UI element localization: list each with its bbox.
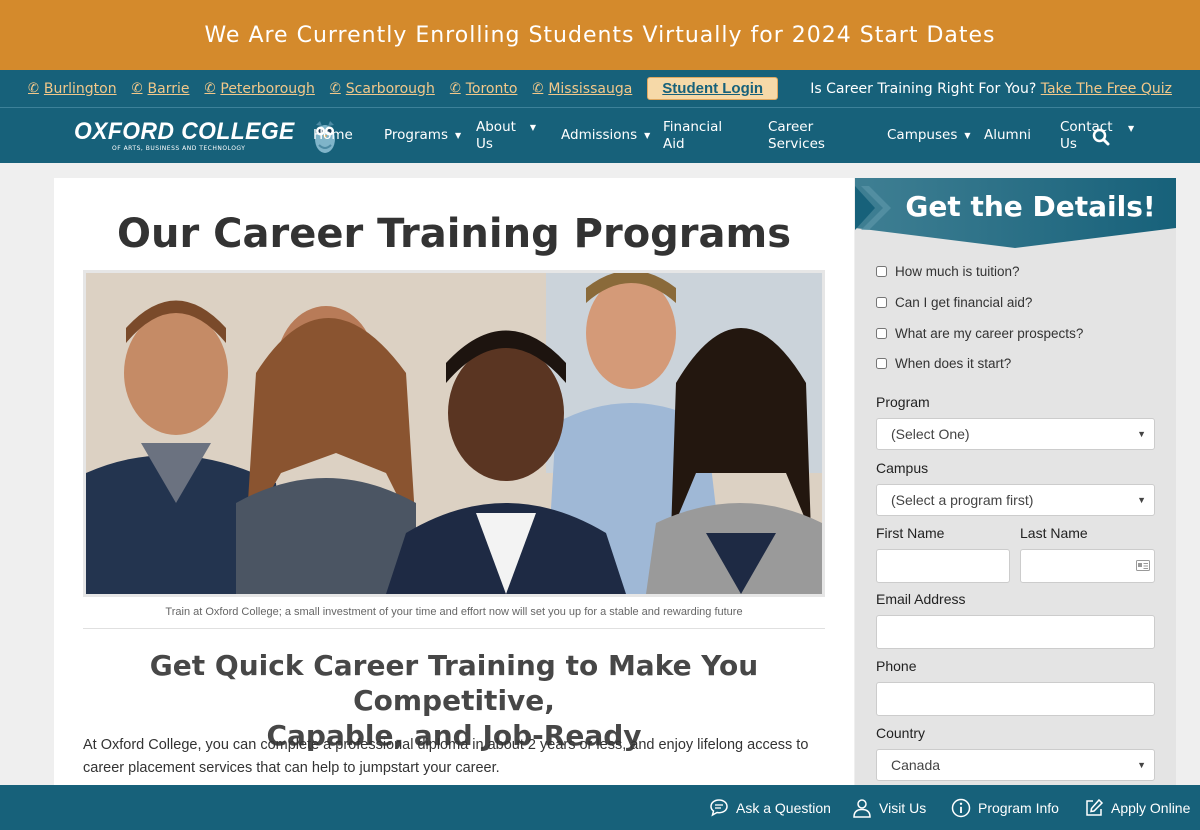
campus-select[interactable]: (Select a program first) ▼ — [876, 484, 1155, 516]
announcement-banner: We Are Currently Enrolling Students Virt… — [0, 0, 1200, 70]
program-info-button[interactable]: Program Info — [951, 785, 1059, 830]
logo-wordmark: OXFORD COLLEGE — [74, 118, 295, 145]
checkbox[interactable] — [876, 297, 887, 308]
main-nav: OXFORD COLLEGE OF ARTS, BUSINESS AND TEC… — [0, 108, 1200, 163]
person-icon — [853, 798, 871, 818]
main-content: Our Career Training Programs Train at Ox… — [54, 178, 854, 785]
chevron-down-icon: ▼ — [1137, 429, 1146, 439]
checkbox[interactable] — [876, 266, 887, 277]
chevron-down-icon: ▼ — [455, 131, 462, 140]
quiz-link[interactable]: Take The Free Quiz — [1041, 81, 1172, 97]
check-start-date[interactable]: When does it start? — [876, 356, 1011, 371]
hero-image — [83, 270, 825, 597]
campus-link-peterborough[interactable]: ✆ Peterborough — [204, 81, 314, 97]
campus-link-burlington[interactable]: ✆ Burlington — [28, 81, 117, 97]
check-career-prospects[interactable]: What are my career prospects? — [876, 326, 1083, 341]
nav-financial-aid[interactable]: Financial Aid — [663, 108, 722, 163]
phone-icon: ✆ — [532, 81, 544, 96]
nav-admissions[interactable]: Admissions ▼ — [561, 108, 650, 163]
last-name-label: Last Name — [1020, 525, 1088, 541]
country-select[interactable]: Canada ▼ — [876, 749, 1155, 781]
checkbox[interactable] — [876, 358, 887, 369]
announcement-text: We Are Currently Enrolling Students Virt… — [204, 22, 996, 48]
chevron-down-icon: ▼ — [1137, 495, 1146, 505]
phone-icon: ✆ — [204, 81, 216, 96]
student-login-button[interactable]: Student Login — [647, 77, 779, 100]
intro-paragraph: At Oxford College, you can complete a pr… — [83, 737, 809, 776]
ask-question-button[interactable]: Ask a Question — [709, 785, 831, 830]
nav-programs[interactable]: Programs ▼ — [384, 108, 461, 163]
phone-label: Phone — [876, 658, 917, 674]
first-name-field[interactable] — [876, 549, 1010, 583]
campus-bar: ✆ Burlington ✆ Barrie ✆ Peterborough ✆ Scarb… — [0, 70, 1200, 108]
phone-field[interactable] — [876, 682, 1155, 716]
phone-icon: ✆ — [28, 81, 39, 96]
nav-alumni[interactable]: Alumni — [984, 108, 1031, 163]
form-title: Get the Details! — [905, 190, 1156, 223]
search-icon — [1092, 128, 1110, 145]
phone-icon: ✆ — [449, 81, 461, 96]
chevron-down-icon: ▼ — [644, 131, 651, 140]
page-title: Our Career Training Programs — [116, 211, 792, 257]
students-photo — [86, 273, 822, 594]
image-caption: Train at Oxford College; a small investm… — [165, 606, 743, 618]
logo-tagline: OF ARTS, BUSINESS AND TECHNOLOGY — [112, 145, 246, 152]
bottom-action-bar: Ask a Question Visit Us Program Info App… — [0, 785, 1200, 830]
country-label: Country — [876, 725, 926, 741]
contact-card-icon — [1136, 560, 1150, 571]
visit-us-button[interactable]: Visit Us — [852, 785, 926, 830]
program-label: Program — [876, 394, 930, 410]
chevron-down-icon: ▼ — [1137, 760, 1146, 770]
campus-link-barrie[interactable]: ✆ Barrie — [132, 81, 190, 97]
nav-about-us[interactable]: About Us ▼ — [476, 108, 536, 163]
nav-career-services[interactable]: Career Services — [768, 108, 825, 163]
chevron-down-icon: ▼ — [529, 123, 537, 132]
campus-label: Campus — [876, 460, 929, 476]
campus-link-toronto[interactable]: ✆ Toronto — [450, 81, 518, 97]
email-label: Email Address — [876, 591, 966, 607]
checkbox[interactable] — [876, 328, 887, 339]
check-financial-aid[interactable]: Can I get financial aid? — [876, 295, 1032, 310]
last-name-field[interactable] — [1020, 549, 1155, 583]
chevron-down-icon: ▼ — [964, 131, 971, 140]
nav-campuses[interactable]: Campuses ▼ — [887, 108, 971, 163]
program-select[interactable]: (Select One) ▼ — [876, 418, 1155, 450]
check-tuition[interactable]: How much is tuition? — [876, 264, 1020, 279]
chevron-down-icon: ▼ — [1128, 124, 1135, 133]
college-logo[interactable]: OXFORD COLLEGE OF ARTS, BUSINESS AND TEC… — [74, 117, 338, 155]
campus-link-scarborough[interactable]: ✆ Scarborough — [330, 81, 435, 97]
search-button[interactable]: ▼ — [1092, 108, 1134, 163]
edit-icon — [1086, 798, 1104, 816]
phone-icon: ✆ — [329, 81, 341, 96]
first-name-label: First Name — [876, 525, 945, 541]
info-icon — [951, 798, 971, 817]
apply-online-button[interactable]: Apply Online — [1084, 785, 1190, 830]
chat-icon — [710, 799, 728, 817]
details-form: Get the Details! How much is tuition? Ca… — [855, 178, 1176, 785]
campus-link-mississauga[interactable]: ✆ Mississauga — [532, 81, 632, 97]
divider — [83, 628, 825, 629]
email-field[interactable] — [876, 615, 1155, 649]
quiz-prompt: Is Career Training Right For You? Take T… — [810, 80, 1172, 97]
nav-home[interactable]: Home — [313, 108, 353, 163]
phone-icon: ✆ — [131, 81, 143, 96]
